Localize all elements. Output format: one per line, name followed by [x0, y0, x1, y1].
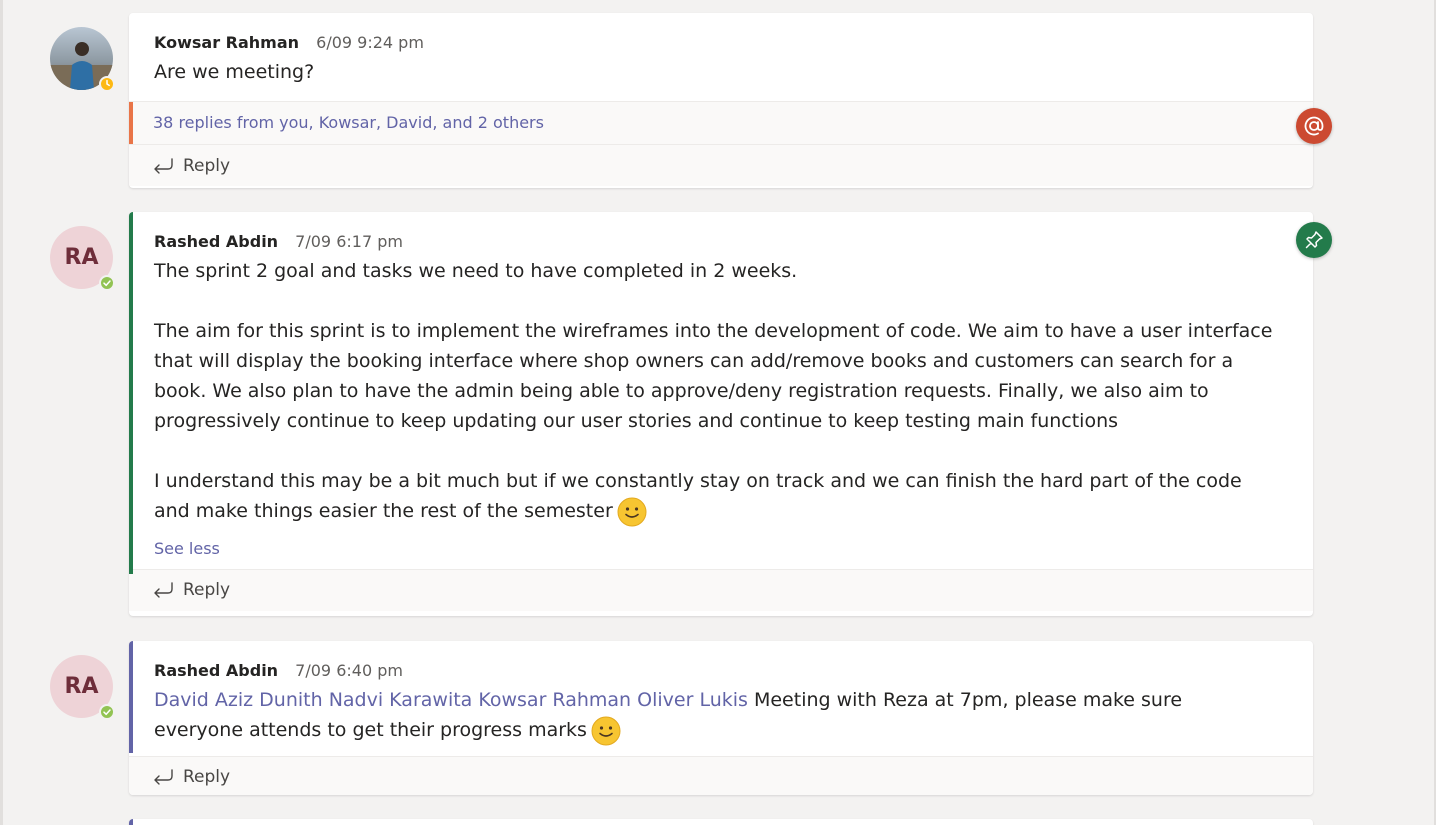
avatar-rashed-abdin[interactable]: RA	[50, 655, 115, 720]
author-name[interactable]: Kowsar Rahman	[154, 33, 299, 52]
smile-emoji-icon	[617, 497, 647, 526]
message-paragraph-text: I understand this may be a bit much but …	[154, 470, 1242, 522]
announcement-bar	[129, 641, 133, 753]
avatar-initials: RA	[64, 245, 99, 270]
message-card[interactable]: Rashed Abdin 7/09 6:40 pm David Aziz Dun…	[129, 641, 1313, 795]
message-paragraph: I understand this may be a bit much but …	[154, 466, 1277, 527]
timestamp: 6/09 9:24 pm	[316, 33, 424, 52]
replies-summary-text: 38 replies from you, Kowsar, David, and …	[153, 113, 544, 132]
important-message-bar	[129, 212, 133, 574]
mention-kowsar-rahman[interactable]: Kowsar Rahman	[478, 689, 631, 711]
message-text: David Aziz Dunith Nadvi Karawita Kowsar …	[154, 685, 1277, 746]
see-less-link[interactable]: See less	[154, 539, 1277, 558]
channel-feed: Kowsar Rahman 6/09 9:24 pm Are we meetin…	[0, 0, 1436, 825]
left-pane-edge	[0, 0, 3, 825]
reply-arrow-icon	[154, 157, 173, 174]
reply-label: Reply	[183, 580, 231, 600]
unread-mention-bar	[129, 102, 133, 144]
message-paragraph: The sprint 2 goal and tasks we need to h…	[154, 260, 798, 282]
timestamp: 7/09 6:40 pm	[295, 661, 403, 680]
avatar-initials: RA	[64, 674, 99, 699]
message-card-partial[interactable]	[129, 819, 1313, 825]
mention-oliver-lukis[interactable]: Oliver Lukis	[637, 689, 748, 711]
message-paragraph: The aim for this sprint is to implement …	[154, 320, 1273, 432]
message-text: Are we meeting?	[154, 61, 315, 83]
replies-summary-link[interactable]: 38 replies from you, Kowsar, David, and …	[129, 101, 1313, 144]
reply-label: Reply	[183, 767, 231, 787]
smile-emoji-icon	[591, 716, 621, 745]
mention-icon	[1296, 108, 1332, 144]
pin-icon	[1296, 222, 1332, 258]
mention-david-aziz[interactable]: David Aziz	[154, 689, 253, 711]
author-name[interactable]: Rashed Abdin	[154, 232, 278, 251]
avatar-rashed-abdin[interactable]: RA	[50, 226, 115, 291]
reply-button[interactable]: Reply	[129, 568, 1313, 611]
message-meta: Kowsar Rahman 6/09 9:24 pm	[154, 33, 1277, 53]
message-meta: Rashed Abdin 7/09 6:17 pm	[154, 232, 1277, 252]
message-body: David Aziz Dunith Nadvi Karawita Kowsar …	[154, 685, 1277, 746]
timestamp: 7/09 6:17 pm	[295, 232, 403, 251]
presence-away-icon	[99, 76, 115, 92]
reply-label: Reply	[183, 155, 231, 176]
message-body: Are we meeting?	[154, 57, 1277, 87]
message-card[interactable]: Kowsar Rahman 6/09 9:24 pm Are we meetin…	[129, 13, 1313, 188]
mention-dunith-nadvi-karawita[interactable]: Dunith Nadvi Karawita	[259, 689, 472, 711]
announcement-bar	[129, 819, 133, 825]
reply-button[interactable]: Reply	[129, 144, 1313, 186]
message-body: The sprint 2 goal and tasks we need to h…	[154, 256, 1277, 527]
message-card[interactable]: Rashed Abdin 7/09 6:17 pm The sprint 2 g…	[129, 212, 1313, 616]
reply-button[interactable]: Reply	[129, 755, 1313, 795]
presence-available-icon	[99, 704, 115, 720]
reply-arrow-icon	[154, 582, 173, 598]
author-name[interactable]: Rashed Abdin	[154, 661, 278, 680]
presence-available-icon	[99, 275, 115, 291]
avatar-kowsar-rahman[interactable]	[50, 27, 115, 92]
message-meta: Rashed Abdin 7/09 6:40 pm	[154, 661, 1277, 681]
reply-arrow-icon	[154, 769, 173, 785]
